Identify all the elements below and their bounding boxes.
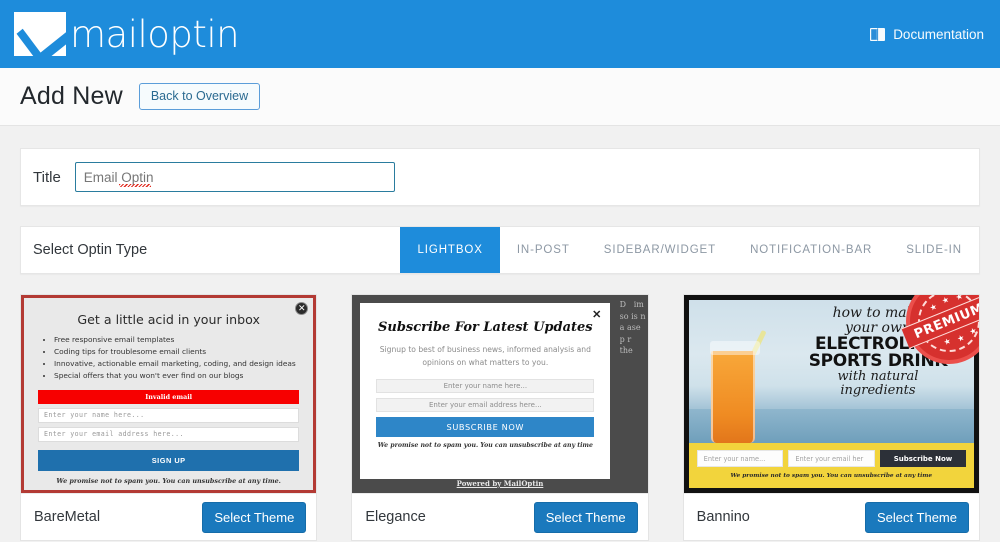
app-header: mailoptin Documentation — [0, 0, 1000, 68]
title-panel: Title — [20, 148, 980, 206]
optin-type-panel: Select Optin Type LIGHTBOX IN-POST SIDEB… — [20, 226, 980, 274]
preview-submit-button: SIGN UP — [38, 449, 300, 471]
preview-note: We promise not to spam you. You can unsu… — [56, 476, 281, 485]
preview-email-input: Enter your email address here... — [38, 426, 300, 442]
select-theme-button[interactable]: Select Theme — [865, 501, 969, 533]
title-input[interactable] — [74, 162, 395, 192]
select-theme-button[interactable]: Select Theme — [533, 501, 638, 533]
theme-card-bannino[interactable]: how to make your own ELECTROLYTE SPORTS … — [682, 294, 980, 541]
theme-preview-elegance: D im so is n a ase p r the ✕ Subscribe F… — [352, 295, 648, 493]
theme-card-baremetal[interactable]: ✕ Get a little acid in your inbox Free r… — [20, 294, 318, 541]
preview-script-line-3: with natural — [837, 369, 919, 385]
theme-name: BareMetal — [34, 509, 101, 525]
tab-notification-bar[interactable]: NOTIFICATION-BAR — [733, 227, 889, 273]
juice-glass-icon — [709, 341, 760, 443]
select-theme-button[interactable]: Select Theme — [202, 501, 307, 533]
optin-type-tabs: LIGHTBOX IN-POST SIDEBAR/WIDGET NOTIFICA… — [400, 227, 979, 273]
close-icon: ✕ — [592, 309, 602, 321]
preview-name-input: Enter your name here... — [376, 378, 595, 393]
preview-name-input: Enter your name here... — [38, 407, 300, 423]
list-item: Free responsive email templates — [54, 334, 299, 346]
preview-email-input: Enter your email address here... — [376, 397, 595, 412]
optin-type-label: Select Optin Type — [33, 242, 148, 258]
theme-card-footer: Bannino Select Theme — [683, 493, 979, 540]
documentation-label: Documentation — [893, 26, 984, 42]
preview-script-line-4: ingredients — [840, 383, 916, 399]
theme-preview-baremetal: ✕ Get a little acid in your inbox Free r… — [21, 295, 317, 493]
theme-card-elegance[interactable]: D im so is n a ase p r the ✕ Subscribe F… — [351, 294, 649, 541]
title-input-wrap — [74, 162, 395, 192]
envelope-check-icon — [14, 12, 66, 56]
brand-logo: mailoptin — [14, 12, 240, 56]
close-circle-icon: ✕ — [295, 302, 309, 315]
preview-error-message: Invalid email — [38, 389, 300, 404]
list-item: Coding tips for troublesome email client… — [54, 346, 299, 358]
list-item: Special offers that you won't ever find … — [54, 370, 299, 382]
theme-preview-bannino: how to make your own ELECTROLYTE SPORTS … — [683, 295, 979, 493]
theme-card-footer: Elegance Select Theme — [352, 493, 648, 540]
theme-card-footer: BareMetal Select Theme — [21, 493, 317, 540]
preview-note: We promise not to spam you. You can unsu… — [730, 473, 933, 479]
title-label: Title — [33, 168, 61, 186]
theme-grid: ✕ Get a little acid in your inbox Free r… — [20, 294, 980, 541]
preview-background-text: D im so is n a ase p r the — [619, 300, 646, 356]
preview-note: We promise not to spam you. You can unsu… — [377, 441, 593, 449]
preview-subheadline: Signup to best of business news, informe… — [379, 345, 591, 368]
page-header: Add New Back to Overview — [0, 68, 1000, 126]
brand-name: mailoptin — [70, 12, 240, 56]
preview-headline: Subscribe For Latest Updates — [378, 320, 593, 335]
preview-name-input: Enter your name... — [696, 450, 784, 467]
page-title: Add New — [20, 82, 123, 110]
tab-sidebar-widget[interactable]: SIDEBAR/WIDGET — [587, 227, 733, 273]
content-area: Title Select Optin Type LIGHTBOX IN-POST… — [0, 126, 1000, 541]
preview-bullet-list: Free responsive email templates Coding t… — [40, 334, 299, 382]
theme-name: Bannino — [696, 509, 750, 525]
book-icon — [869, 26, 886, 43]
list-item: Innovative, actionable email marketing, … — [54, 358, 299, 370]
preview-powered-by: Powered by MailOptin — [456, 479, 544, 488]
premium-label: PREMIUM — [911, 300, 979, 342]
theme-name: Elegance — [365, 509, 426, 525]
tab-slide-in[interactable]: SLIDE-IN — [889, 227, 979, 273]
preview-headline: Get a little acid in your inbox — [77, 312, 260, 327]
documentation-link[interactable]: Documentation — [869, 26, 984, 43]
preview-email-input: Enter your email her — [788, 450, 875, 467]
back-to-overview-button[interactable]: Back to Overview — [138, 83, 261, 110]
tab-in-post[interactable]: IN-POST — [500, 227, 587, 273]
preview-submit-button: Subscribe Now — [880, 450, 966, 467]
preview-submit-button: SUBSCRIBE NOW — [376, 416, 595, 437]
tab-lightbox[interactable]: LIGHTBOX — [400, 227, 500, 273]
